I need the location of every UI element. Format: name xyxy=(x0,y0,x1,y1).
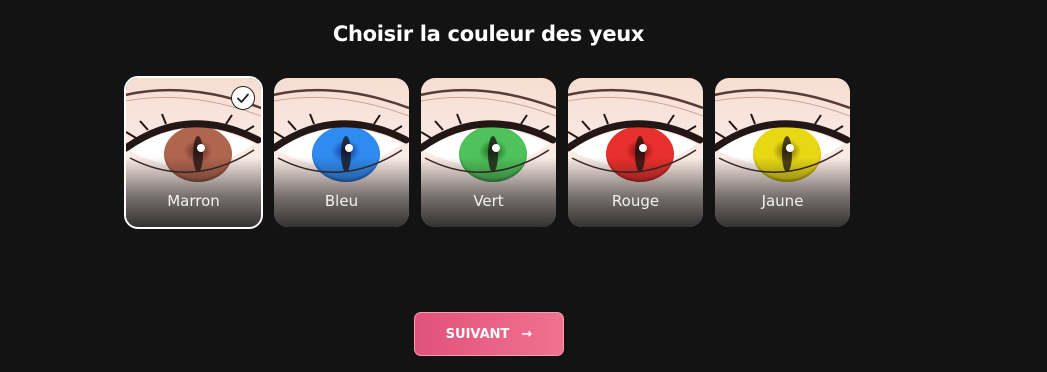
eye-color-option-rouge[interactable]: Rouge xyxy=(568,78,703,227)
eye-color-option-marron[interactable]: Marron xyxy=(124,76,263,229)
page-title: Choisir la couleur des yeux xyxy=(332,22,645,46)
eye-color-label: Marron xyxy=(167,192,220,210)
eye-color-label: Jaune xyxy=(761,192,804,210)
eye-color-label: Vert xyxy=(473,192,504,210)
eye-color-option-jaune[interactable]: Jaune xyxy=(715,78,850,227)
eye-color-label: Rouge xyxy=(611,192,660,210)
next-button-label: SUIVANT xyxy=(445,326,510,342)
eye-color-label: Bleu xyxy=(324,192,359,210)
next-button[interactable]: SUIVANT → xyxy=(414,312,564,356)
arrow-right-icon: → xyxy=(521,326,533,342)
eye-color-option-vert[interactable]: Vert xyxy=(421,78,556,227)
check-icon xyxy=(231,86,255,110)
eye-color-option-bleu[interactable]: Bleu xyxy=(274,78,409,227)
